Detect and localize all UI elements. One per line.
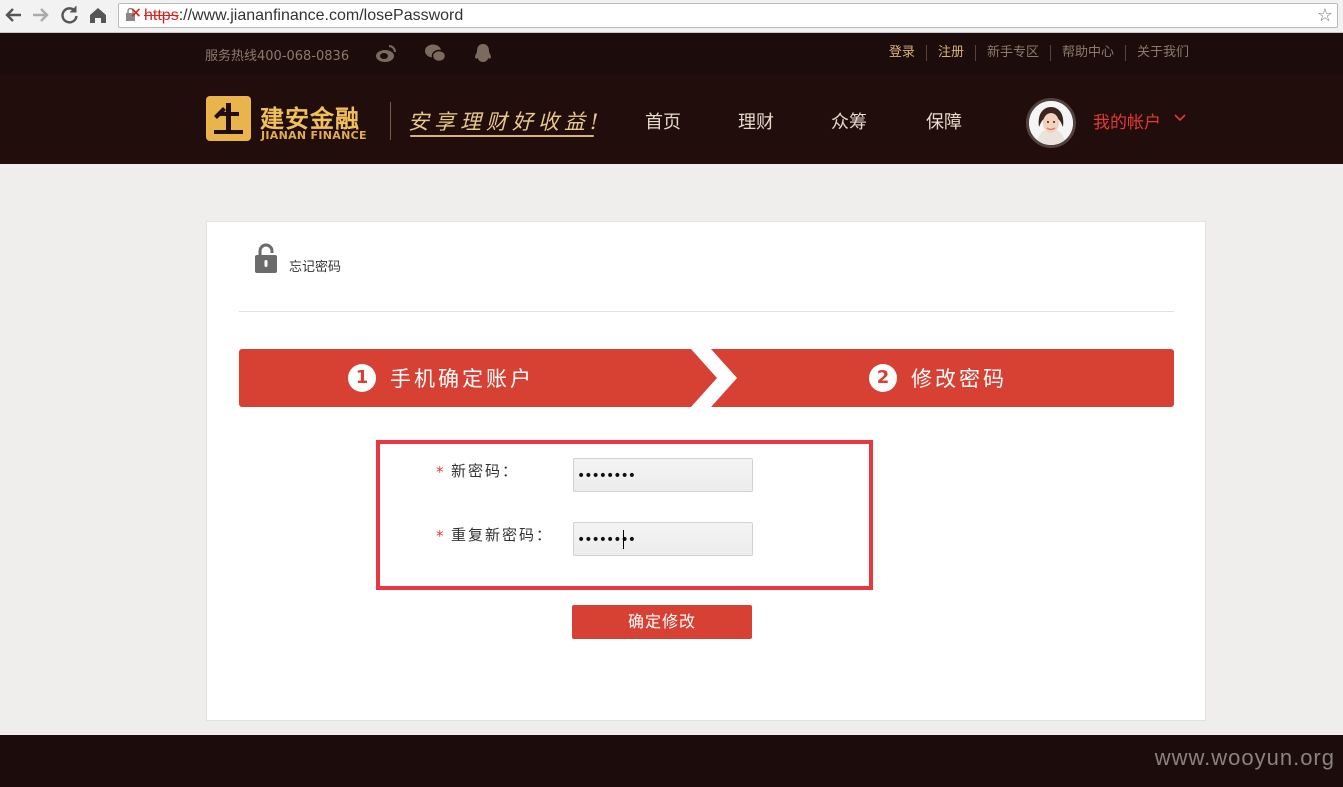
watermark-text: www.wooyun.org [1154, 745, 1335, 770]
new-password-value: •••••••• [577, 468, 636, 484]
forward-icon[interactable] [28, 3, 52, 27]
repeat-password-label: 重复新密码： [451, 526, 554, 544]
page-title: 忘记密码 [289, 260, 342, 275]
wechat-icon[interactable] [424, 43, 446, 63]
title-divider [239, 311, 1174, 312]
url-text: https://www.jiananfinance.com/losePasswo… [144, 7, 463, 25]
step-2: 2 修改密码 [869, 363, 1007, 393]
weibo-icon[interactable] [375, 43, 397, 63]
qq-icon[interactable] [472, 43, 494, 63]
step-progress-bar: 1 手机确定账户 2 修改密码 [239, 349, 1174, 407]
back-icon[interactable] [2, 3, 26, 27]
required-mark: * [436, 463, 444, 481]
new-password-row: * 新密码： •••••••• [207, 458, 1207, 492]
browser-toolbar: × https://www.jiananfinance.com/losePass… [0, 0, 1343, 33]
my-account-menu[interactable]: 我的帐户 [1093, 108, 1161, 133]
step-1: 1 手机确定账户 [348, 363, 534, 393]
lock-icon [255, 243, 277, 273]
step-2-label: 修改密码 [911, 367, 1007, 391]
bookmark-star-icon[interactable]: ☆ [1317, 4, 1333, 27]
site-footer: www.wooyun.org [0, 735, 1343, 787]
newbie-link[interactable]: 新手专区 [974, 45, 1050, 61]
step-2-number: 2 [869, 364, 897, 392]
nav-home[interactable]: 首页 [645, 108, 681, 134]
step-1-label: 手机确定账户 [390, 367, 534, 391]
text-caret [623, 530, 624, 549]
top-links: 登录 注册 新手专区 帮助中心 关于我们 [878, 45, 1200, 61]
about-us-link[interactable]: 关于我们 [1124, 45, 1200, 61]
confirm-change-button[interactable]: 确定修改 [572, 605, 752, 639]
logo-divider [390, 102, 391, 140]
nav-crowdfunding[interactable]: 众筹 [831, 108, 867, 134]
chevron-down-icon[interactable] [1174, 114, 1186, 122]
login-link[interactable]: 登录 [878, 45, 926, 61]
required-mark: * [436, 527, 444, 545]
site-header: 建安金融 JIANAN FINANCE 安享理财好收益! 首页 理财 众筹 保障… [0, 74, 1343, 164]
repeat-password-input[interactable]: •••••••• [573, 522, 753, 556]
step-arrow-separator [691, 349, 737, 407]
service-hotline: 服务热线400-068-0836 [205, 49, 350, 64]
new-password-input[interactable]: •••••••• [573, 458, 753, 492]
repeat-password-row: * 重复新密码： •••••••• [207, 522, 1207, 556]
top-utility-bar: 服务热线400-068-0836 登录 注册 新手专区 帮助中心 关于我们 [0, 33, 1343, 74]
url-path: ://www.jiananfinance.com/losePassword [178, 7, 464, 24]
reset-password-card: 忘记密码 1 手机确定账户 2 修改密码 * 新密码： •••••••• * 重… [206, 221, 1206, 721]
slogan: 安享理财好收益! [408, 110, 604, 134]
home-icon[interactable] [86, 3, 110, 27]
url-scheme: https [144, 7, 179, 24]
nav-invest[interactable]: 理财 [738, 108, 774, 134]
help-center-link[interactable]: 帮助中心 [1049, 45, 1125, 61]
logo-mark-icon[interactable] [206, 96, 251, 141]
insecure-mark-icon: × [130, 5, 142, 21]
new-password-label: 新密码： [451, 462, 520, 480]
step-1-number: 1 [348, 364, 376, 392]
address-bar[interactable]: × https://www.jiananfinance.com/losePass… [118, 3, 1338, 28]
user-avatar[interactable] [1026, 98, 1076, 148]
slogan-underline [410, 135, 594, 137]
repeat-password-value: •••••••• [577, 532, 636, 548]
logo-text-en[interactable]: JIANAN FINANCE [261, 129, 367, 142]
nav-security[interactable]: 保障 [926, 108, 962, 134]
register-link[interactable]: 注册 [925, 45, 975, 61]
reload-icon[interactable] [57, 3, 81, 27]
